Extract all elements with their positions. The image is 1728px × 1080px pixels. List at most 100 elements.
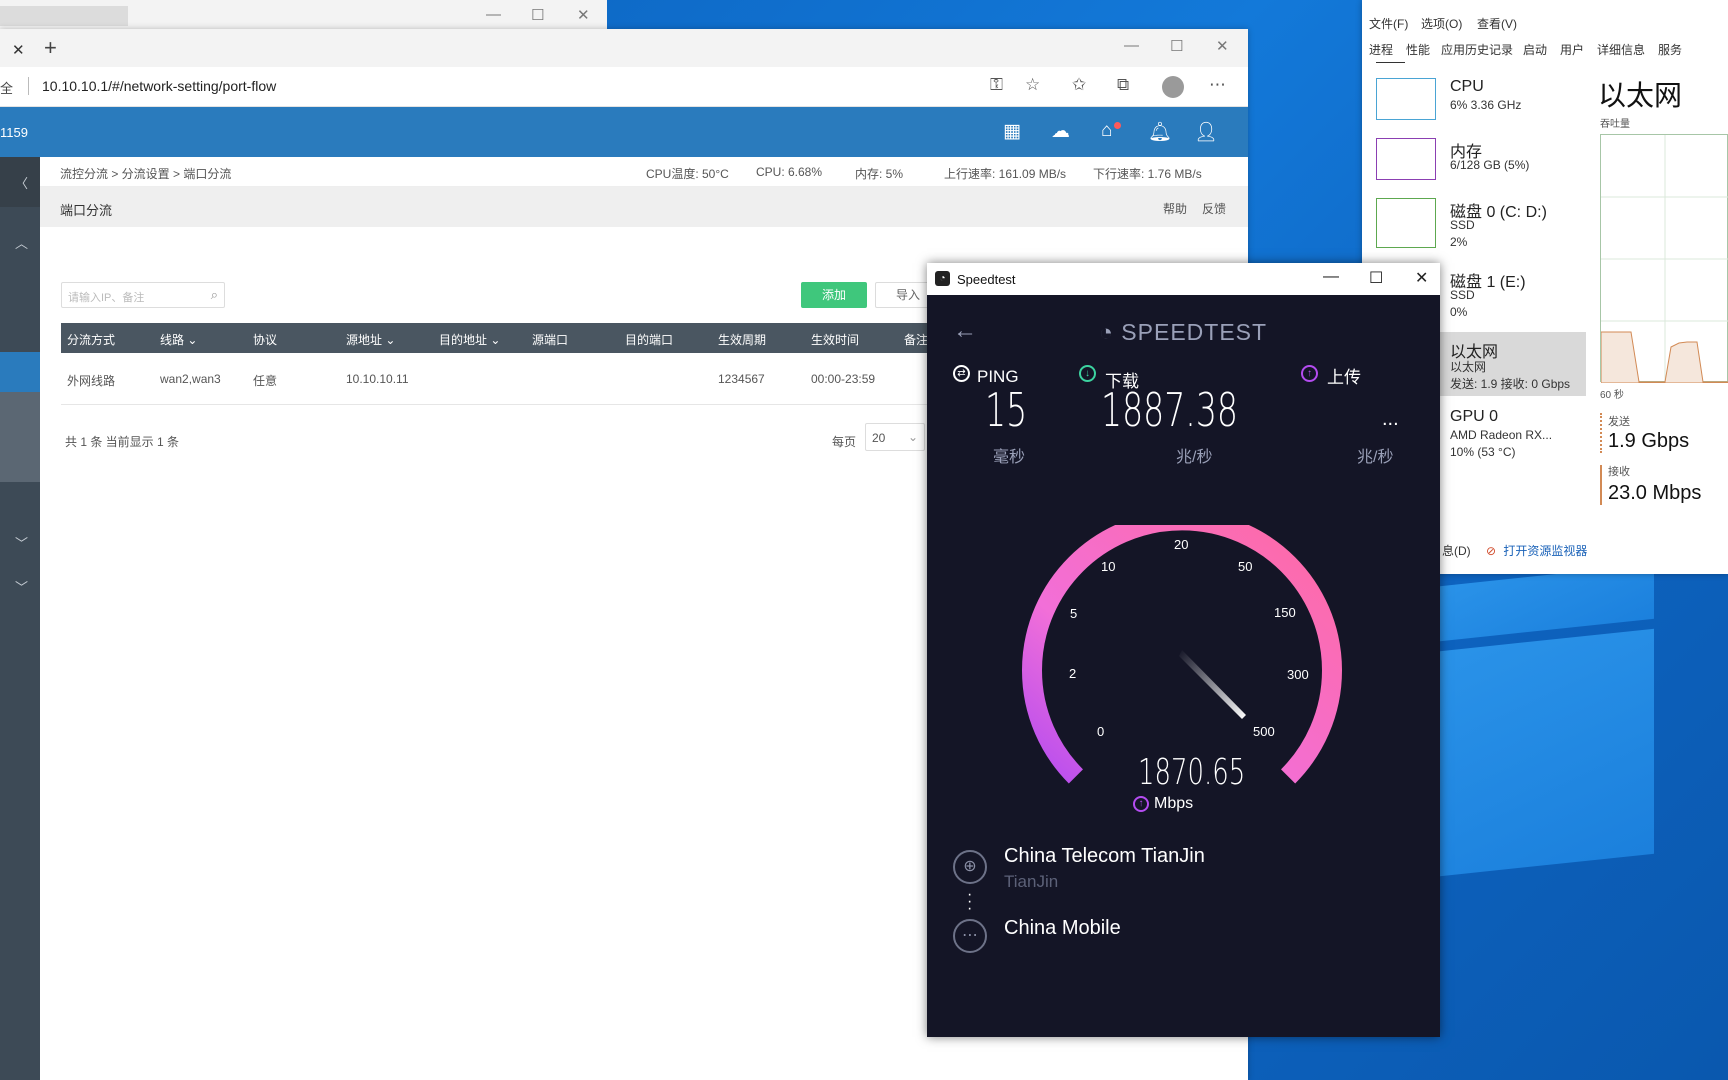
column-header[interactable]: 生效周期: [718, 331, 766, 348]
url-field[interactable]: 10.10.10.1/#/network-setting/port-flow: [42, 78, 276, 94]
perf-item-disk0[interactable]: 磁盘 0 (C: D:) SSD 2%: [1376, 198, 1586, 254]
send-value: 1.9 Gbps: [1608, 430, 1690, 452]
ping-unit: 毫秒: [993, 449, 1026, 466]
menu-file[interactable]: 文件(F): [1369, 15, 1408, 32]
tab-processes[interactable]: 进程: [1369, 41, 1393, 58]
table-cell: wan2,wan3: [160, 372, 221, 386]
perf-item-cpu[interactable]: CPU 6% 3.36 GHz: [1376, 78, 1586, 126]
tab-performance[interactable]: 性能: [1406, 41, 1430, 58]
menu-view[interactable]: 查看(V): [1477, 15, 1517, 32]
column-header[interactable]: 源地址 ⌄: [346, 331, 395, 348]
profile-avatar[interactable]: [1162, 76, 1184, 98]
close-icon[interactable]: ✕: [1216, 37, 1229, 55]
tab-app-history[interactable]: 应用历史记录: [1441, 41, 1513, 58]
breadcrumb[interactable]: 流控分流 > 分流设置 > 端口分流: [60, 165, 231, 182]
globe-icon[interactable]: ⊕: [953, 850, 987, 884]
download-value: 1887.38: [1101, 383, 1238, 437]
receive-label: 接收: [1608, 466, 1630, 478]
sidebar-collapse[interactable]: 〈: [0, 157, 40, 207]
apps-grid-icon[interactable]: ▦: [1003, 120, 1021, 143]
tab-close-icon[interactable]: ✕: [12, 41, 25, 59]
cloud-icon[interactable]: ☁: [1051, 120, 1070, 143]
address-bar: 全 10.10.10.1/#/network-setting/port-flow…: [0, 67, 1248, 107]
speedtest-titlebar: ◔ Speedtest — ☐ ✕: [927, 263, 1440, 295]
column-header[interactable]: 目的端口: [625, 331, 673, 348]
chevron-up-icon[interactable]: ︿: [15, 233, 28, 252]
collections-icon[interactable]: ⧉: [1117, 75, 1129, 95]
minimize-icon[interactable]: —: [1323, 268, 1339, 286]
search-input[interactable]: 请输入IP、备注 ⌕: [61, 282, 225, 308]
tab-selection-indicator: [1376, 62, 1405, 63]
tab-services[interactable]: 服务: [1658, 41, 1682, 58]
column-header[interactable]: 分流方式: [67, 331, 115, 348]
perf-item-detail: 6/128 GB (5%): [1450, 158, 1530, 172]
perf-item-memory[interactable]: 内存 6/128 GB (5%): [1376, 138, 1586, 186]
close-icon[interactable]: ✕: [577, 6, 590, 24]
disk0-thumbnail: [1376, 198, 1436, 248]
close-icon[interactable]: ✕: [1415, 268, 1428, 288]
perf-item-name: GPU 0: [1450, 408, 1499, 425]
chevron-down-icon[interactable]: ﹀: [15, 533, 28, 552]
menu-options[interactable]: 选项(O): [1421, 15, 1462, 32]
add-favorite-icon[interactable]: ☆: [1025, 75, 1040, 95]
chevron-down-icon[interactable]: ﹀: [15, 577, 28, 596]
speedtest-logo: ◔ SPEEDTEST: [1099, 319, 1268, 345]
key-icon[interactable]: ⚿: [990, 75, 1003, 95]
perf-item-detail: AMD Radeon RX...: [1450, 428, 1553, 442]
tab-users[interactable]: 用户: [1560, 41, 1584, 58]
perf-item-detail: 以太网: [1450, 360, 1487, 374]
gauge-label: 2: [1069, 666, 1076, 681]
sidebar-item-active[interactable]: [0, 352, 40, 392]
minimize-icon[interactable]: —: [486, 6, 501, 23]
fewer-details-link[interactable]: 息(D): [1442, 544, 1471, 558]
isp-icon[interactable]: ⋯: [953, 919, 987, 953]
header-number: 1159: [0, 125, 28, 140]
gauge-label: 20: [1174, 537, 1188, 552]
gauge-needle: [1179, 650, 1246, 719]
maximize-icon[interactable]: ☐: [1170, 37, 1183, 55]
back-arrow-icon[interactable]: ←: [953, 317, 977, 345]
more-menu-icon[interactable]: ⋯: [1209, 75, 1226, 95]
table-cell: 00:00-23:59: [811, 372, 876, 386]
maximize-icon[interactable]: ☐: [531, 6, 544, 24]
tab-bar: ✕ + — ☐ ✕: [0, 29, 1248, 67]
bell-icon[interactable]: 🔔︎: [1148, 120, 1172, 144]
table-cell: 任意: [253, 374, 278, 388]
ping-value: 15: [985, 383, 1028, 437]
column-header[interactable]: 线路 ⌄: [160, 331, 197, 348]
table-cell: 10.10.10.11: [346, 372, 409, 386]
server-name[interactable]: China Telecom TianJin: [1004, 845, 1205, 868]
feedback-link[interactable]: 反馈: [1202, 200, 1226, 217]
help-link[interactable]: 帮助: [1163, 200, 1187, 217]
background-window-tab[interactable]: [0, 6, 128, 26]
search-icon[interactable]: ⌕: [211, 287, 218, 303]
home-icon[interactable]: ⌂: [1101, 120, 1112, 142]
column-header[interactable]: 生效时间: [811, 331, 859, 348]
gauge-label: 0: [1097, 724, 1104, 739]
column-header[interactable]: 备注: [904, 331, 928, 348]
upload-value: ...: [1382, 408, 1399, 430]
tab-details[interactable]: 详细信息: [1597, 41, 1645, 58]
tab-startup[interactable]: 启动: [1523, 41, 1547, 58]
add-button[interactable]: 添加: [801, 282, 867, 308]
per-page-select[interactable]: 20 ⌄: [865, 423, 925, 451]
column-header[interactable]: 目的地址 ⌄: [439, 331, 500, 348]
sidebar-item-group[interactable]: [0, 392, 40, 482]
open-resource-monitor-link[interactable]: 打开资源监视器: [1503, 544, 1587, 558]
isp-name[interactable]: China Mobile: [1004, 917, 1121, 940]
minimize-icon[interactable]: —: [1124, 37, 1139, 54]
security-indicator[interactable]: 全: [0, 78, 13, 97]
chevron-down-icon: ⌄: [907, 430, 918, 444]
upload-icon: ↑: [1301, 365, 1318, 382]
download-rate-status: 下行速率: 1.76 MB/s: [1093, 167, 1202, 181]
new-tab-button[interactable]: +: [44, 35, 57, 61]
favorites-icon[interactable]: ✩: [1072, 75, 1086, 95]
column-header[interactable]: 协议: [253, 331, 277, 348]
background-window: — ☐ ✕: [0, 0, 607, 30]
server-city: TianJin: [1004, 872, 1059, 891]
download-icon: ↓: [1079, 365, 1096, 382]
column-header[interactable]: 源端口: [532, 331, 568, 348]
maximize-icon[interactable]: ☐: [1369, 268, 1383, 288]
user-icon[interactable]: 👤︎: [1194, 120, 1218, 144]
upload-unit: 兆/秒: [1357, 449, 1394, 466]
